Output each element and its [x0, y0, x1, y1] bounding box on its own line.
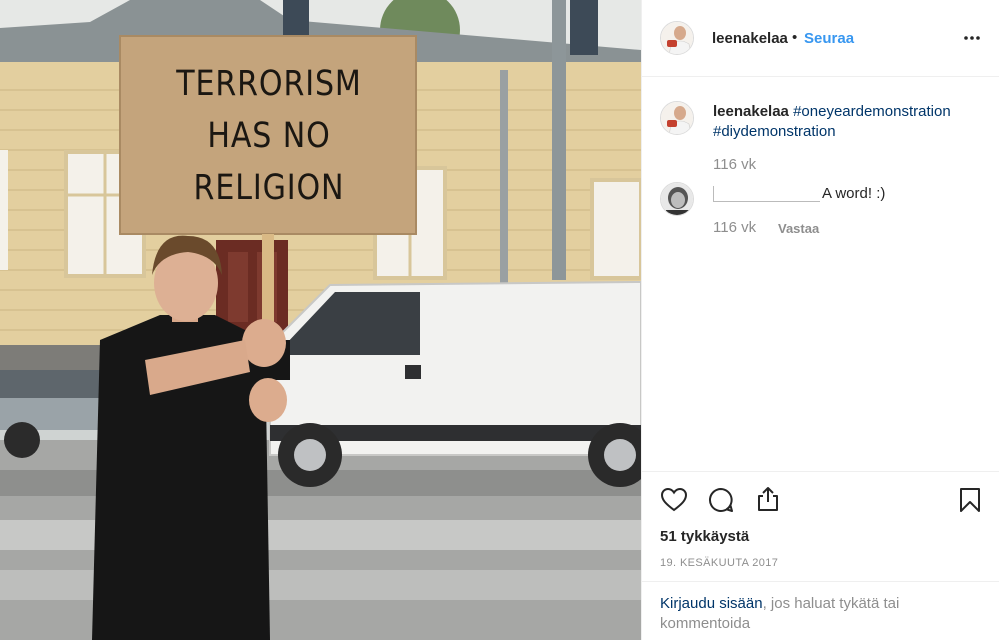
author-username[interactable]: leenakelaa [712, 30, 788, 47]
login-link[interactable]: Kirjaudu sisään [660, 595, 763, 612]
caption-avatar[interactable] [660, 101, 694, 135]
hashtag-link[interactable]: #diydemonstration [713, 123, 836, 140]
commenter-avatar[interactable] [660, 182, 694, 216]
avatar-image [661, 102, 693, 134]
sign-line-1: TERRORISM [176, 64, 362, 104]
post-side-panel: leenakelaa • Seuraa leenakelaa #oneyeard… [641, 0, 999, 640]
reply-button[interactable]: Vastaa [778, 221, 819, 236]
sign-text: TERRORISM HAS NO RELIGION [144, 58, 393, 214]
more-options-icon[interactable] [962, 28, 982, 48]
comment-text: A word! :) [822, 185, 886, 202]
author-avatar[interactable] [660, 21, 694, 55]
login-prompt: Kirjaudu sisään, jos haluat tykätä tai k… [642, 581, 999, 640]
bookmark-icon[interactable] [956, 486, 984, 514]
follow-button[interactable]: Seuraa [804, 30, 854, 47]
post-photo[interactable]: TERRORISM HAS NO RELIGION [0, 0, 641, 640]
caption-timestamp[interactable]: 116 vk [713, 156, 756, 173]
login-prompt-text: Kirjaudu sisään, jos haluat tykätä tai k… [660, 594, 980, 634]
action-bar: 51 tykkäystä 19. KESÄKUUTA 2017 [642, 471, 999, 581]
comment-timestamp[interactable]: 116 vk [713, 219, 756, 236]
caption-username[interactable]: leenakelaa [713, 103, 789, 120]
caption-text: leenakelaa #oneyeardemonstration #diydem… [713, 102, 983, 142]
hashtag-link[interactable]: #oneyeardemonstration [793, 103, 951, 120]
sign-line-2: HAS NO [207, 116, 331, 156]
share-icon[interactable] [754, 485, 782, 513]
comment-icon[interactable] [707, 486, 735, 514]
sign-line-3: RELIGION [193, 168, 345, 208]
likes-count[interactable]: 51 tykkäystä [660, 528, 749, 545]
separator-dot: • [792, 29, 798, 46]
redacted-username [713, 186, 820, 202]
post-header: leenakelaa • Seuraa [642, 0, 999, 77]
post-date[interactable]: 19. KESÄKUUTA 2017 [660, 557, 778, 569]
avatar-image [661, 183, 693, 215]
avatar-image [661, 22, 693, 54]
heart-icon[interactable] [660, 486, 688, 514]
